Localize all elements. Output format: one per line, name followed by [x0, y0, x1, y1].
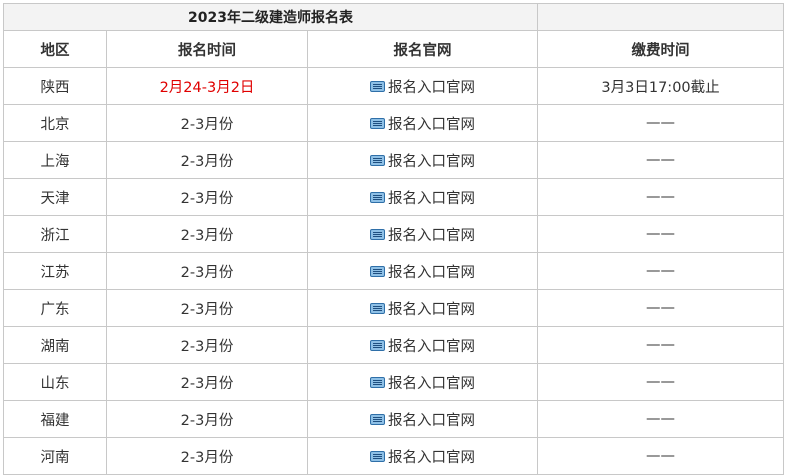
- region-cell: 江苏: [3, 252, 107, 290]
- header-region: 地区: [3, 30, 107, 68]
- official-site-cell: 报名入口官网: [306, 363, 539, 401]
- registration-entry-label: 报名入口官网: [388, 116, 476, 133]
- payment-time-cell: 3月3日17:00截止: [537, 67, 785, 105]
- official-site-cell: 报名入口官网: [306, 289, 539, 327]
- registration-time-cell: 2-3月份: [106, 141, 308, 179]
- official-site-cell: 报名入口官网: [306, 215, 539, 253]
- table-title-row: 2023年二级建造师报名表: [2, 3, 785, 31]
- registration-time-cell: 2-3月份: [106, 104, 308, 142]
- official-site-cell: 报名入口官网: [306, 437, 539, 475]
- header-registration-time: 报名时间: [106, 30, 308, 68]
- keyboard-icon: [370, 154, 386, 166]
- registration-entry-link[interactable]: 报名入口官网: [370, 335, 475, 356]
- keyboard-icon: [370, 413, 386, 425]
- table-row: 上海 2-3月份 报名入口官网 ——: [3, 141, 785, 179]
- region-cell: 上海: [3, 141, 107, 179]
- region-cell: 北京: [3, 104, 107, 142]
- table-title: 2023年二级建造师报名表: [2, 3, 539, 31]
- registration-entry-label: 报名入口官网: [388, 79, 476, 96]
- header-official-site: 报名官网: [306, 30, 539, 68]
- region-cell: 浙江: [3, 215, 107, 253]
- table-row: 江苏 2-3月份 报名入口官网 ——: [3, 252, 785, 290]
- region-cell: 福建: [3, 400, 107, 438]
- registration-entry-label: 报名入口官网: [388, 190, 476, 207]
- official-site-cell: 报名入口官网: [306, 252, 539, 290]
- table-row: 浙江 2-3月份 报名入口官网 ——: [3, 215, 785, 253]
- registration-time-cell: 2月24-3月2日: [106, 67, 308, 105]
- registration-entry-link[interactable]: 报名入口官网: [370, 409, 475, 430]
- keyboard-icon: [370, 450, 386, 462]
- registration-entry-link[interactable]: 报名入口官网: [370, 372, 475, 393]
- keyboard-icon: [370, 80, 386, 92]
- keyboard-icon: [370, 339, 386, 351]
- payment-time-cell: ——: [537, 215, 785, 253]
- registration-table: 2023年二级建造师报名表 地区 报名时间 报名官网 缴费时间 陕西 2月24-3…: [2, 3, 785, 475]
- keyboard-icon: [370, 191, 386, 203]
- registration-entry-link[interactable]: 报名入口官网: [370, 446, 475, 467]
- payment-time-cell: ——: [537, 104, 785, 142]
- payment-time-cell: ——: [537, 400, 785, 438]
- registration-entry-label: 报名入口官网: [388, 449, 476, 466]
- payment-time-cell: ——: [537, 178, 785, 216]
- official-site-cell: 报名入口官网: [306, 67, 539, 105]
- region-cell: 天津: [3, 178, 107, 216]
- keyboard-icon: [370, 302, 386, 314]
- table-row: 广东 2-3月份 报名入口官网 ——: [3, 289, 785, 327]
- registration-entry-link[interactable]: 报名入口官网: [370, 224, 475, 245]
- registration-time-cell: 2-3月份: [106, 400, 308, 438]
- keyboard-icon: [370, 376, 386, 388]
- payment-time-cell: ——: [537, 437, 785, 475]
- payment-time-cell: ——: [537, 289, 785, 327]
- registration-entry-link[interactable]: 报名入口官网: [370, 187, 475, 208]
- table-row: 陕西 2月24-3月2日 报名入口官网 3月3日17:00截止: [3, 67, 785, 105]
- registration-time-cell: 2-3月份: [106, 437, 308, 475]
- region-cell: 湖南: [3, 326, 107, 364]
- keyboard-icon: [370, 265, 386, 277]
- registration-time-cell: 2-3月份: [106, 326, 308, 364]
- registration-entry-label: 报名入口官网: [388, 338, 476, 355]
- table-row: 北京 2-3月份 报名入口官网 ——: [3, 104, 785, 142]
- registration-entry-label: 报名入口官网: [388, 264, 476, 281]
- official-site-cell: 报名入口官网: [306, 326, 539, 364]
- registration-entry-link[interactable]: 报名入口官网: [370, 298, 475, 319]
- official-site-cell: 报名入口官网: [306, 104, 539, 142]
- registration-entry-label: 报名入口官网: [388, 375, 476, 392]
- keyboard-icon: [370, 117, 386, 129]
- registration-time-cell: 2-3月份: [106, 289, 308, 327]
- registration-time-cell: 2-3月份: [106, 215, 308, 253]
- official-site-cell: 报名入口官网: [306, 178, 539, 216]
- registration-entry-link[interactable]: 报名入口官网: [370, 113, 475, 134]
- table-row: 山东 2-3月份 报名入口官网 ——: [3, 363, 785, 401]
- payment-time-cell: ——: [537, 141, 785, 179]
- table-row: 湖南 2-3月份 报名入口官网 ——: [3, 326, 785, 364]
- payment-time-cell: ——: [537, 326, 785, 364]
- region-cell: 广东: [3, 289, 107, 327]
- payment-time-cell: ——: [537, 252, 785, 290]
- registration-time-cell: 2-3月份: [106, 363, 308, 401]
- registration-entry-link[interactable]: 报名入口官网: [370, 76, 475, 97]
- registration-entry-link[interactable]: 报名入口官网: [370, 261, 475, 282]
- table-row: 河南 2-3月份 报名入口官网 ——: [3, 437, 785, 475]
- registration-entry-label: 报名入口官网: [388, 227, 476, 244]
- registration-entry-label: 报名入口官网: [388, 301, 476, 318]
- table-header-row: 地区 报名时间 报名官网 缴费时间: [3, 30, 785, 68]
- registration-entry-label: 报名入口官网: [388, 412, 476, 429]
- region-cell: 河南: [3, 437, 107, 475]
- keyboard-icon: [370, 228, 386, 240]
- table-row: 天津 2-3月份 报名入口官网 ——: [3, 178, 785, 216]
- table-body: 2023年二级建造师报名表 地区 报名时间 报名官网 缴费时间 陕西 2月24-3…: [2, 3, 785, 475]
- header-payment-time: 缴费时间: [537, 30, 785, 68]
- table-row: 福建 2-3月份 报名入口官网 ——: [3, 400, 785, 438]
- registration-entry-label: 报名入口官网: [388, 153, 476, 170]
- registration-entry-link[interactable]: 报名入口官网: [370, 150, 475, 171]
- region-cell: 山东: [3, 363, 107, 401]
- region-cell: 陕西: [3, 67, 107, 105]
- registration-time-cell: 2-3月份: [106, 252, 308, 290]
- official-site-cell: 报名入口官网: [306, 141, 539, 179]
- official-site-cell: 报名入口官网: [306, 400, 539, 438]
- payment-time-cell: ——: [537, 363, 785, 401]
- registration-time-cell: 2-3月份: [106, 178, 308, 216]
- table-title-empty-cell: [537, 3, 785, 31]
